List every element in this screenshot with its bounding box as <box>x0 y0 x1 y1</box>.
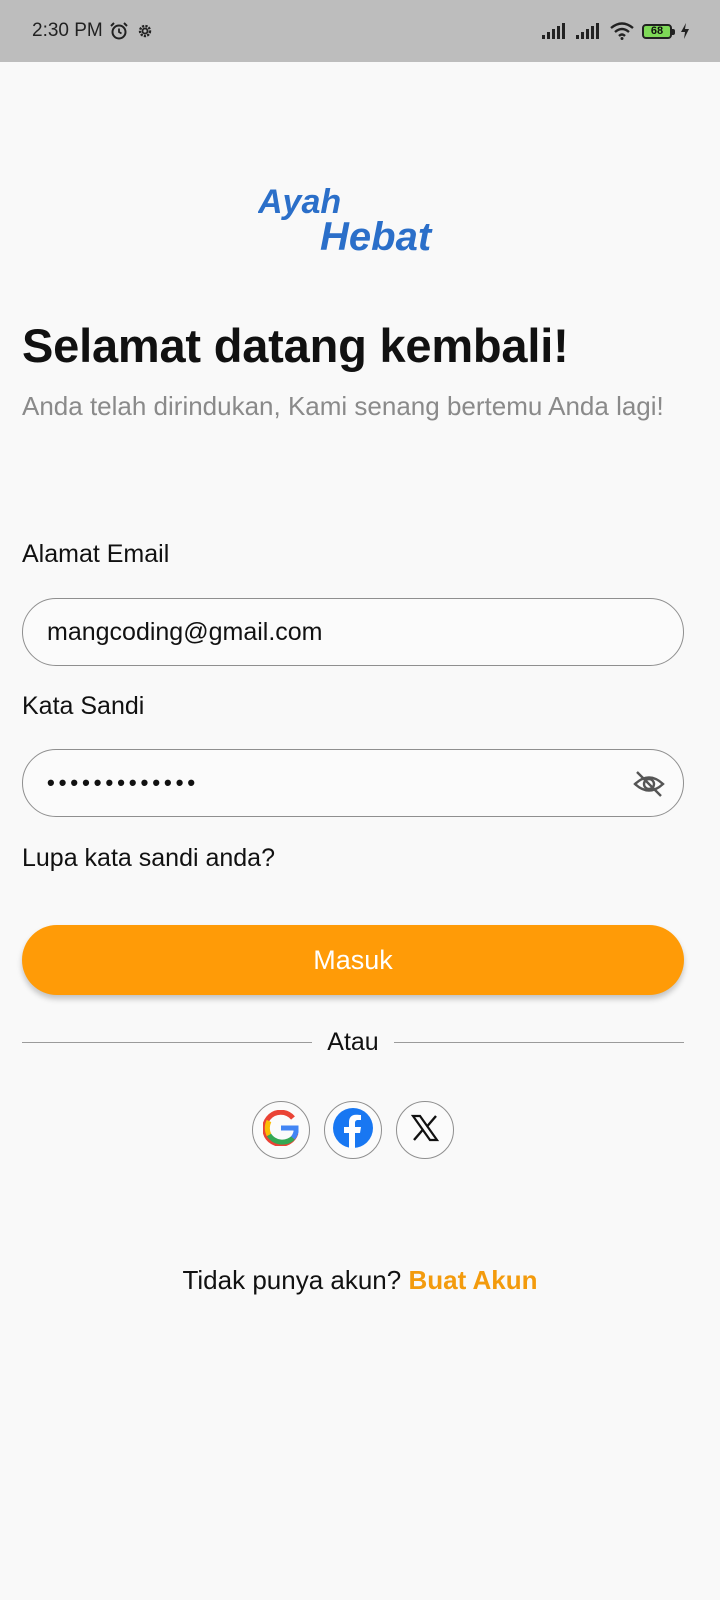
status-time: 2:30 PM <box>32 20 103 41</box>
x-login-button[interactable] <box>396 1101 454 1159</box>
wifi-icon <box>610 22 634 40</box>
login-button[interactable]: Masuk <box>22 925 684 995</box>
create-account-link[interactable]: Buat Akun <box>408 1265 537 1295</box>
google-icon <box>262 1109 299 1151</box>
charging-icon <box>680 23 690 39</box>
battery-icon: 68 <box>642 23 675 39</box>
alarm-icon <box>109 21 129 41</box>
status-right: 68 <box>542 22 690 40</box>
signup-row: Tidak punya akun? Buat Akun <box>0 1265 720 1296</box>
logo-line2: Hebat <box>320 215 433 258</box>
app-logo: Ayah Hebat <box>258 180 464 258</box>
x-icon <box>410 1113 440 1148</box>
email-label: Alamat Email <box>22 540 170 568</box>
page-title: Selamat datang kembali! <box>22 319 569 372</box>
status-bar: 2:30 PM 68 <box>0 0 720 62</box>
gear-icon <box>135 21 155 41</box>
password-label: Kata Sandi <box>22 692 145 720</box>
password-field[interactable]: ••••••••••••• <box>22 749 684 817</box>
forgot-password-link[interactable]: Lupa kata sandi anda? <box>22 844 275 873</box>
password-value: ••••••••••••• <box>47 770 200 795</box>
email-field[interactable]: mangcoding@gmail.com <box>22 598 684 666</box>
google-login-button[interactable] <box>252 1101 310 1159</box>
page-subtitle: Anda telah dirindukan, Kami senang berte… <box>22 391 664 421</box>
or-divider: Atau <box>22 1024 684 1060</box>
facebook-login-button[interactable] <box>324 1101 382 1159</box>
facebook-icon <box>333 1107 373 1153</box>
status-left: 2:30 PM <box>32 20 155 42</box>
signal-icon <box>542 23 568 39</box>
email-value: mangcoding@gmail.com <box>47 617 323 646</box>
signal-icon-2 <box>576 23 602 39</box>
signup-prompt: Tidak punya akun? <box>182 1265 402 1295</box>
divider-line-right <box>394 1042 684 1043</box>
eye-off-icon[interactable] <box>633 769 665 804</box>
